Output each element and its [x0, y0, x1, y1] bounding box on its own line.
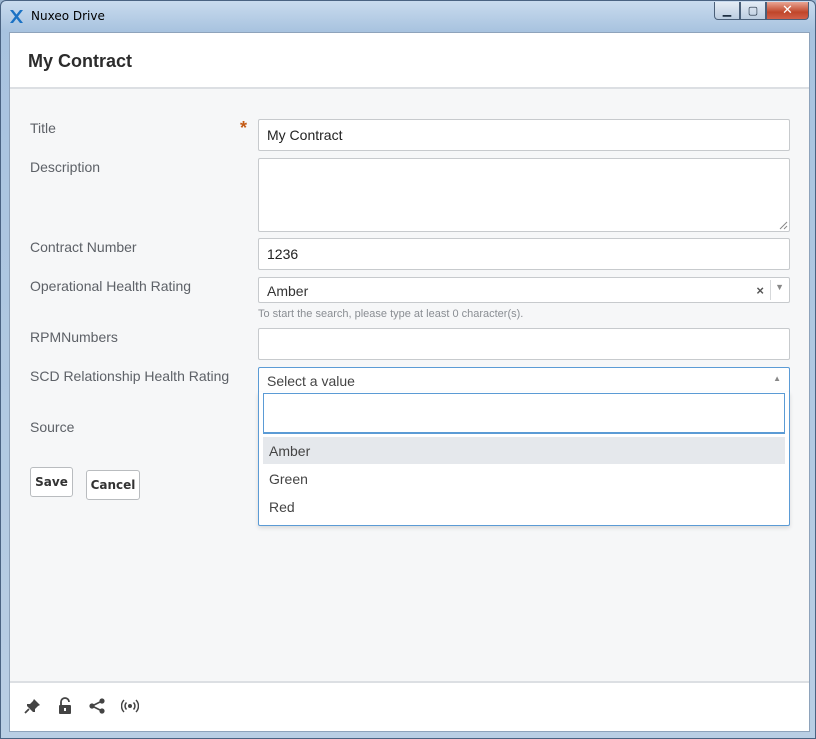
scd-health-select[interactable]: Select a value ▲ — [258, 367, 790, 393]
scd-health-dropdown: Amber Green Red — [258, 392, 790, 526]
description-textarea[interactable] — [258, 158, 790, 232]
minimize-button[interactable]: ▁ — [714, 2, 740, 20]
dropdown-option-red[interactable]: Red — [263, 493, 785, 520]
operational-health-value: Amber — [267, 283, 309, 299]
pin-icon[interactable] — [24, 697, 42, 715]
minimize-icon: ▁ — [722, 4, 732, 17]
resize-handle-icon[interactable] — [779, 221, 788, 230]
broadcast-icon[interactable] — [121, 697, 139, 715]
scd-health-placeholder: Select a value — [267, 373, 355, 389]
operational-health-hint: To start the search, please type at leas… — [258, 308, 524, 320]
description-label: Description — [30, 159, 101, 175]
contract-number-input[interactable]: 1236 — [258, 238, 790, 270]
title-bar[interactable]: Nuxeo Drive ▁ ▢ ✕ — [1, 1, 815, 31]
close-icon: ✕ — [782, 3, 793, 18]
page-title: My Contract — [28, 51, 133, 71]
close-button[interactable]: ✕ — [766, 2, 809, 20]
share-icon[interactable] — [88, 697, 106, 715]
dropdown-option-green[interactable]: Green — [263, 465, 785, 492]
maximize-icon: ▢ — [747, 4, 759, 17]
required-marker: * — [240, 118, 248, 138]
nuxeo-logo-icon — [10, 10, 23, 23]
footer-toolbar — [10, 681, 809, 731]
cancel-button[interactable]: Cancel — [86, 470, 140, 500]
title-label: Title — [30, 120, 56, 136]
app-window: Nuxeo Drive ▁ ▢ ✕ My Contract Title * My… — [0, 0, 816, 739]
dropdown-option-amber[interactable]: Amber — [263, 437, 785, 464]
unlock-icon[interactable] — [56, 697, 74, 715]
window-title: Nuxeo Drive — [31, 9, 105, 23]
chevron-down-icon[interactable]: ▼ — [775, 282, 784, 292]
select-divider — [770, 280, 771, 300]
rpm-numbers-label: RPMNumbers — [30, 329, 118, 345]
clear-icon[interactable]: × — [756, 283, 764, 298]
source-label: Source — [30, 419, 75, 435]
chevron-up-icon[interactable]: ▲ — [773, 374, 781, 383]
rpm-numbers-input[interactable] — [258, 328, 790, 360]
maximize-button[interactable]: ▢ — [740, 2, 766, 20]
operational-health-select[interactable]: Amber × ▼ — [258, 277, 790, 303]
scd-health-label: SCD Relationship Health Rating — [30, 368, 230, 384]
page-header: My Contract — [10, 33, 809, 89]
contract-number-label: Contract Number — [30, 239, 137, 255]
dialog-content: My Contract Title * My Contract Descript… — [9, 32, 810, 732]
operational-health-label: Operational Health Rating — [30, 278, 192, 294]
dropdown-search-input[interactable] — [263, 393, 785, 434]
title-input[interactable]: My Contract — [258, 119, 790, 151]
save-button[interactable]: Save — [30, 467, 73, 497]
